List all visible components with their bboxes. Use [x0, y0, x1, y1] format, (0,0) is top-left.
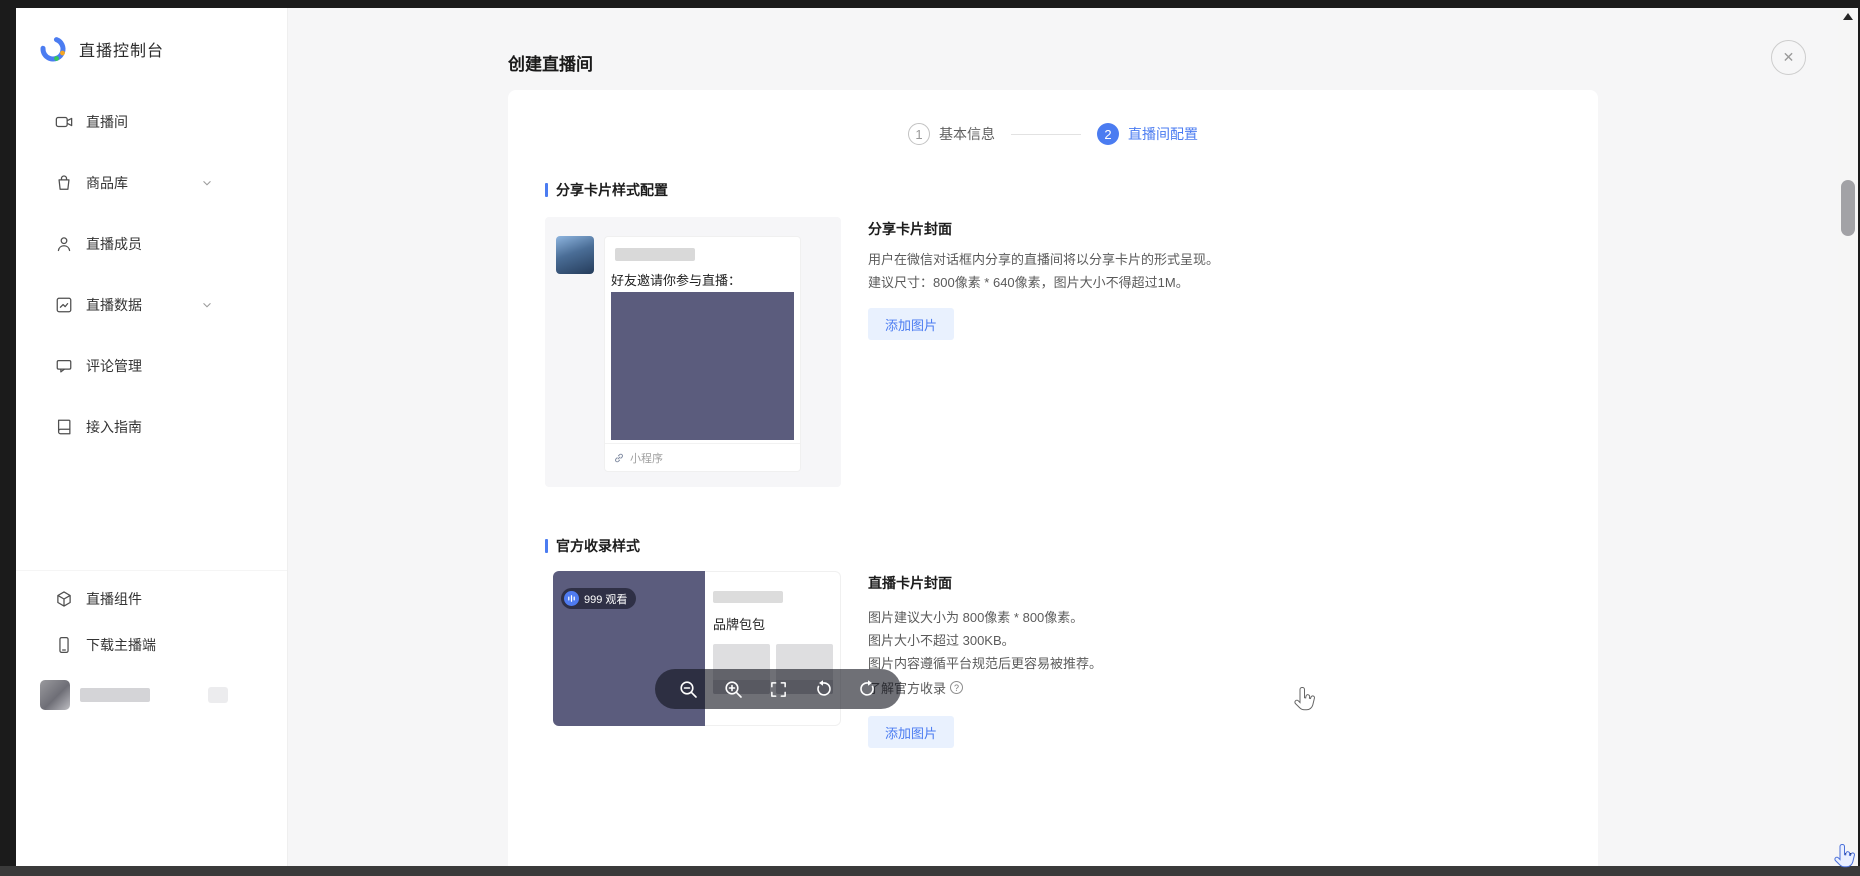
close-button[interactable]: ✕ — [1771, 40, 1806, 75]
app-logo: 直播控制台 — [16, 8, 287, 64]
viewers-count: 999 观看 — [584, 591, 627, 607]
main-area: 创建直播间 ✕ 1 基本信息 2 直播间配置 分享卡 — [288, 8, 1838, 866]
sidebar-item-download-client[interactable]: 下载主播端 — [28, 623, 218, 667]
rotate-left-icon[interactable] — [811, 677, 835, 701]
step-2-label: 直播间配置 — [1128, 124, 1198, 144]
comment-icon — [55, 357, 73, 375]
official-section-title: 官方收录样式 — [556, 536, 640, 556]
step-2-circle: 2 — [1097, 123, 1119, 145]
avatar — [40, 680, 70, 710]
live-cover-desc-3: 图片内容遵循平台规范后更容易被推荐。 — [868, 655, 1102, 673]
app-title: 直播控制台 — [79, 37, 164, 61]
book-icon — [55, 418, 73, 436]
close-icon: ✕ — [1783, 49, 1795, 66]
person-icon — [55, 235, 73, 253]
room-title-blur — [713, 591, 783, 603]
image-viewer-toolbar — [655, 669, 901, 709]
live-cover-desc-2: 图片大小不超过 300KB。 — [868, 632, 1102, 650]
share-cover-desc-1: 用户在微信对话框内分享的直播间将以分享卡片的形式呈现。 — [868, 251, 1219, 269]
section-accent-bar — [545, 539, 548, 553]
chevron-down-icon — [200, 176, 214, 190]
steps-indicator: 1 基本信息 2 直播间配置 — [508, 123, 1598, 145]
chevron-down-icon — [200, 298, 214, 312]
chat-name-blur — [615, 248, 695, 261]
share-card-section: 分享卡片样式配置 好友邀请你参与直播： — [545, 180, 1561, 487]
window-scrollbar[interactable] — [1838, 8, 1858, 866]
sidebar-item-live-room[interactable]: 直播间 — [28, 100, 218, 144]
step-connector — [1011, 134, 1081, 135]
sidebar-item-components[interactable]: 直播组件 — [28, 577, 218, 621]
bag-icon — [55, 174, 73, 192]
hand-cursor-corner-icon — [1834, 843, 1858, 874]
official-section-heading: 官方收录样式 — [545, 536, 1561, 556]
section-accent-bar — [545, 183, 548, 197]
sidebar-item-data[interactable]: 直播数据 — [28, 283, 218, 327]
video-camera-icon — [55, 113, 73, 131]
rotate-right-icon[interactable] — [856, 677, 880, 701]
share-card-preview: 好友邀请你参与直播： 小程序 — [545, 217, 841, 487]
create-room-card: 1 基本信息 2 直播间配置 分享卡片样式配置 — [508, 90, 1598, 866]
live-cover-desc-1: 图片建议大小为 800像素 * 800像素。 — [868, 609, 1102, 627]
sidebar-item-comments[interactable]: 评论管理 — [28, 344, 218, 388]
official-card-info: 直播卡片封面 图片建议大小为 800像素 * 800像素。 图片大小不超过 30… — [868, 571, 1102, 748]
sidebar-item-label: 商品库 — [86, 173, 128, 193]
step-basic-info: 1 基本信息 — [908, 123, 995, 145]
window-bottom-frame — [0, 866, 1860, 876]
user-badge-blur — [208, 687, 228, 703]
help-icon: ? — [950, 681, 963, 694]
share-section-heading: 分享卡片样式配置 — [545, 180, 1561, 200]
user-profile[interactable] — [28, 673, 274, 717]
share-cover-desc-2: 建议尺寸：800像素 * 640像素，图片大小不得超过1M。 — [868, 274, 1219, 292]
fullscreen-icon[interactable] — [766, 677, 790, 701]
chat-share-card: 好友邀请你参与直播： 小程序 — [604, 236, 801, 472]
cube-icon — [55, 590, 73, 608]
sidebar-footer: 直播组件 下载主播端 — [16, 570, 287, 717]
share-image-placeholder — [611, 292, 794, 440]
sidebar: 直播控制台 直播间 商品库 — [16, 8, 288, 866]
live-icon — [564, 591, 579, 606]
step-1-circle: 1 — [908, 123, 930, 145]
sidebar-item-label: 接入指南 — [86, 417, 142, 437]
step-room-config: 2 直播间配置 — [1097, 123, 1198, 145]
add-image-button[interactable]: 添加图片 — [868, 308, 954, 340]
sidebar-item-members[interactable]: 直播成员 — [28, 222, 218, 266]
zoom-in-icon[interactable] — [721, 677, 745, 701]
step-1-label: 基本信息 — [939, 124, 995, 144]
sidebar-item-label: 直播数据 — [86, 295, 142, 315]
page-title: 创建直播间 — [508, 50, 593, 75]
logo-icon — [38, 34, 68, 64]
live-cover-title: 直播卡片封面 — [868, 573, 1102, 593]
chart-icon — [55, 296, 73, 314]
app-window: 直播控制台 直播间 商品库 — [16, 8, 1838, 866]
zoom-out-icon[interactable] — [676, 677, 700, 701]
product-name: 品牌包包 — [713, 614, 765, 633]
sidebar-item-products[interactable]: 商品库 — [28, 161, 218, 205]
sidebar-item-label: 下载主播端 — [86, 635, 156, 655]
scrollbar-thumb[interactable] — [1841, 180, 1855, 236]
official-listing-help-link[interactable]: 了解官方收录 ? — [868, 678, 1102, 697]
sidebar-menu: 直播间 商品库 直播成员 直播数据 — [16, 100, 287, 449]
chat-avatar — [556, 236, 594, 274]
link-icon — [613, 452, 625, 464]
share-card-info: 分享卡片封面 用户在微信对话框内分享的直播间将以分享卡片的形式呈现。 建议尺寸：… — [868, 217, 1219, 487]
scroll-up-arrow-icon[interactable] — [1843, 13, 1853, 20]
share-cover-title: 分享卡片封面 — [868, 219, 1219, 239]
sidebar-item-label: 直播成员 — [86, 234, 142, 254]
sidebar-item-guide[interactable]: 接入指南 — [28, 405, 218, 449]
mini-program-label: 小程序 — [630, 450, 663, 466]
phone-icon — [55, 636, 73, 654]
add-image-button[interactable]: 添加图片 — [868, 716, 954, 748]
sidebar-item-label: 直播组件 — [86, 589, 142, 609]
sidebar-item-label: 评论管理 — [86, 356, 142, 376]
mini-program-row: 小程序 — [605, 443, 800, 471]
viewers-badge: 999 观看 — [561, 588, 636, 609]
invite-text: 好友邀请你参与直播： — [611, 270, 741, 289]
hand-cursor-icon — [1294, 686, 1318, 717]
sidebar-item-label: 直播间 — [86, 112, 128, 132]
official-listing-section: 官方收录样式 999 观看 — [545, 536, 1561, 748]
username-blur — [80, 688, 150, 702]
share-section-title: 分享卡片样式配置 — [556, 180, 668, 200]
